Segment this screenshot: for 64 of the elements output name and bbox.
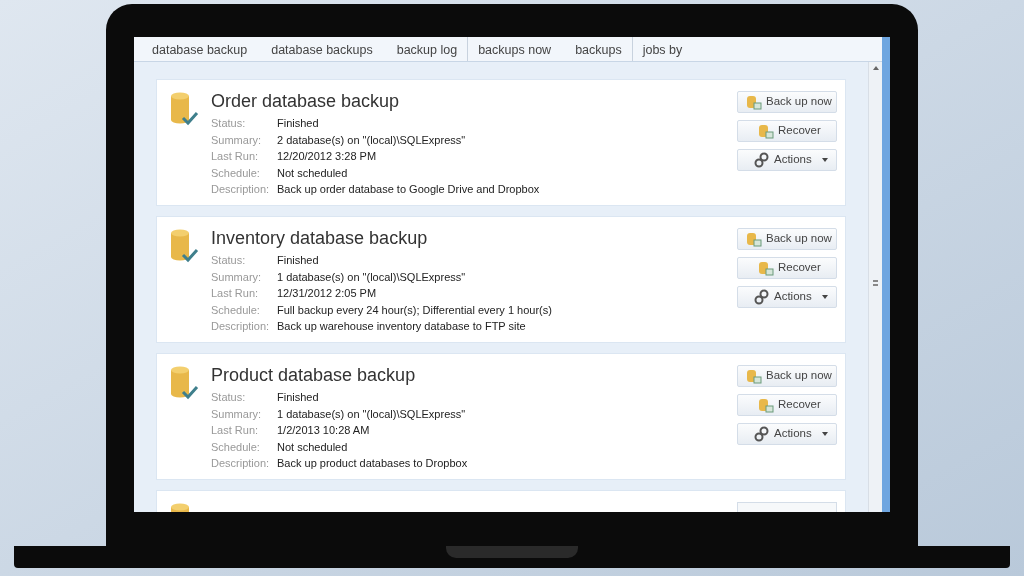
field-value: Not scheduled: [277, 439, 348, 455]
field-label: Last Run:: [211, 286, 260, 301]
caret-icon: [822, 158, 828, 162]
backup-button[interactable]: Back up now: [737, 91, 837, 113]
actions-dropdown[interactable]: Actions: [737, 286, 837, 308]
field-value: 12/31/2012 2:05 PM: [277, 286, 377, 301]
field-label: Summary:: [211, 269, 263, 285]
field-label: Last Run:: [211, 149, 260, 164]
field-value: Finished: [277, 390, 319, 405]
gears-icon: [754, 289, 770, 305]
database-icon: [758, 260, 774, 276]
field-label: Status:: [211, 390, 247, 405]
database-icon: [758, 397, 774, 413]
caret-icon: [822, 432, 828, 436]
ribbon-button[interactable]: backups now: [478, 39, 552, 61]
field-label: Schedule:: [211, 165, 261, 181]
field-value: 2 database(s) on "(local)\SQLExpress": [277, 132, 466, 148]
field-label: Schedule:: [211, 302, 261, 318]
ribbon-button[interactable]: jobs by: [642, 39, 683, 61]
caret-icon: [822, 295, 828, 299]
field-label: Description:: [211, 456, 271, 471]
field-label: Summary:: [211, 132, 263, 148]
recover-button[interactable]: Recover: [737, 257, 837, 279]
backup-button[interactable]: Back up now: [737, 228, 837, 250]
ribbon-button[interactable]: database backup: [152, 39, 248, 61]
field-value: 1 database(s) on "(local)\SQLExpress": [277, 406, 466, 422]
field-label: Status:: [211, 253, 247, 268]
ribbon-button[interactable]: database backups: [271, 39, 373, 61]
field-label: Description:: [211, 182, 271, 197]
field-value: Back up product databases to Dropbox: [277, 456, 468, 471]
database-icon: [746, 231, 762, 247]
database-icon: [746, 94, 762, 110]
field-value: 1/2/2013 10:28 AM: [277, 423, 370, 438]
field-value: Not scheduled: [277, 165, 348, 181]
field-label: Schedule:: [211, 439, 261, 455]
field-value: Finished: [277, 253, 319, 268]
field-value: Finished: [277, 116, 319, 131]
field-value: Back up warehouse inventory database to FTP site: [277, 319, 526, 334]
database-icon: [746, 368, 762, 384]
database-check-icon: [169, 366, 199, 400]
scroll-up-icon[interactable]: [872, 66, 879, 70]
field-value: 1 database(s) on "(local)\SQLExpress": [277, 269, 466, 285]
job-title: Product database backup: [211, 364, 417, 386]
field-value: Full backup every 24 hour(s); Differential every 1 hour(s): [277, 302, 552, 318]
field-label: Last Run:: [211, 423, 260, 438]
field-label: Status:: [211, 116, 247, 131]
field-value: 12/20/2012 3:28 PM: [277, 149, 377, 164]
gears-icon: [754, 152, 770, 168]
actions-dropdown[interactable]: Actions: [737, 423, 837, 445]
database-check-icon: [169, 92, 199, 126]
field-value: Back up order database to Google Drive and Dropbox: [277, 182, 540, 197]
database-icon: [758, 123, 774, 139]
recover-button[interactable]: Recover: [737, 394, 837, 416]
field-label: Description:: [211, 319, 271, 334]
ribbon-button[interactable]: backup log: [396, 39, 458, 61]
recover-button[interactable]: Recover: [737, 120, 837, 142]
ribbon-button[interactable]: backups: [575, 39, 622, 61]
actions-dropdown[interactable]: Actions: [737, 149, 837, 171]
database-check-icon: [169, 229, 199, 263]
job-title: Inventory database backup: [211, 227, 429, 249]
backup-button[interactable]: Back up now: [737, 365, 837, 387]
gears-icon: [754, 426, 770, 442]
field-label: Summary:: [211, 406, 263, 422]
job-title: Order database backup: [211, 90, 401, 112]
